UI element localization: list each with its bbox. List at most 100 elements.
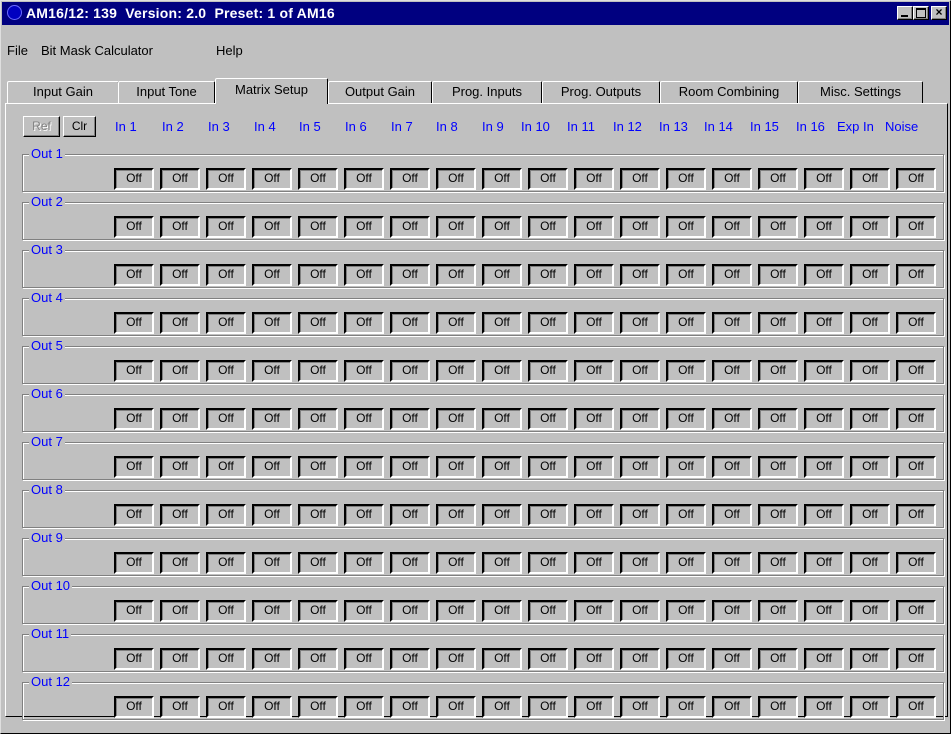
matrix-cell[interactable]: Off [482, 456, 522, 478]
matrix-cell[interactable]: Off [252, 216, 292, 238]
matrix-cell[interactable]: Off [160, 600, 200, 622]
matrix-cell[interactable]: Off [620, 504, 660, 526]
matrix-cell[interactable]: Off [804, 216, 844, 238]
matrix-cell[interactable]: Off [896, 648, 936, 670]
matrix-cell[interactable]: Off [804, 696, 844, 718]
matrix-cell[interactable]: Off [804, 312, 844, 334]
matrix-cell[interactable]: Off [528, 168, 568, 190]
matrix-cell[interactable]: Off [252, 552, 292, 574]
menu-help[interactable]: Help [216, 43, 243, 58]
tab-input-gain[interactable]: Input Gain [7, 81, 119, 103]
app-icon[interactable] [7, 5, 22, 20]
matrix-cell[interactable]: Off [850, 504, 890, 526]
tab-prog-inputs[interactable]: Prog. Inputs [432, 81, 542, 103]
matrix-cell[interactable]: Off [528, 600, 568, 622]
matrix-cell[interactable]: Off [712, 696, 752, 718]
matrix-cell[interactable]: Off [482, 408, 522, 430]
matrix-cell[interactable]: Off [896, 696, 936, 718]
matrix-cell[interactable]: Off [344, 552, 384, 574]
matrix-cell[interactable]: Off [528, 264, 568, 286]
matrix-cell[interactable]: Off [804, 504, 844, 526]
matrix-cell[interactable]: Off [114, 552, 154, 574]
matrix-cell[interactable]: Off [482, 600, 522, 622]
matrix-cell[interactable]: Off [160, 456, 200, 478]
matrix-cell[interactable]: Off [160, 360, 200, 382]
matrix-cell[interactable]: Off [344, 264, 384, 286]
matrix-cell[interactable]: Off [712, 504, 752, 526]
matrix-cell[interactable]: Off [114, 504, 154, 526]
matrix-cell[interactable]: Off [620, 408, 660, 430]
matrix-cell[interactable]: Off [298, 600, 338, 622]
matrix-cell[interactable]: Off [344, 504, 384, 526]
matrix-cell[interactable]: Off [436, 552, 476, 574]
matrix-cell[interactable]: Off [160, 264, 200, 286]
matrix-cell[interactable]: Off [298, 264, 338, 286]
matrix-cell[interactable]: Off [114, 696, 154, 718]
matrix-cell[interactable]: Off [896, 360, 936, 382]
matrix-cell[interactable]: Off [344, 600, 384, 622]
matrix-cell[interactable]: Off [528, 504, 568, 526]
matrix-cell[interactable]: Off [482, 552, 522, 574]
matrix-cell[interactable]: Off [850, 312, 890, 334]
matrix-cell[interactable]: Off [252, 504, 292, 526]
matrix-cell[interactable]: Off [344, 696, 384, 718]
matrix-cell[interactable]: Off [206, 456, 246, 478]
matrix-cell[interactable]: Off [574, 216, 614, 238]
matrix-cell[interactable]: Off [390, 456, 430, 478]
matrix-cell[interactable]: Off [436, 360, 476, 382]
matrix-cell[interactable]: Off [574, 264, 614, 286]
matrix-cell[interactable]: Off [528, 408, 568, 430]
matrix-cell[interactable]: Off [574, 456, 614, 478]
matrix-cell[interactable]: Off [298, 168, 338, 190]
matrix-cell[interactable]: Off [482, 648, 522, 670]
matrix-cell[interactable]: Off [758, 264, 798, 286]
matrix-cell[interactable]: Off [528, 456, 568, 478]
matrix-cell[interactable]: Off [850, 264, 890, 286]
matrix-cell[interactable]: Off [436, 408, 476, 430]
matrix-cell[interactable]: Off [666, 504, 706, 526]
matrix-cell[interactable]: Off [574, 504, 614, 526]
matrix-cell[interactable]: Off [620, 648, 660, 670]
matrix-cell[interactable]: Off [344, 408, 384, 430]
tab-matrix-setup[interactable]: Matrix Setup [215, 78, 328, 104]
matrix-cell[interactable]: Off [206, 408, 246, 430]
matrix-cell[interactable]: Off [160, 648, 200, 670]
matrix-cell[interactable]: Off [298, 312, 338, 334]
matrix-cell[interactable]: Off [160, 696, 200, 718]
matrix-cell[interactable]: Off [298, 696, 338, 718]
matrix-cell[interactable]: Off [528, 216, 568, 238]
matrix-cell[interactable]: Off [574, 312, 614, 334]
menu-bit-mask-calculator[interactable]: Bit Mask Calculator [41, 43, 153, 58]
matrix-cell[interactable]: Off [344, 168, 384, 190]
matrix-cell[interactable]: Off [896, 408, 936, 430]
matrix-cell[interactable]: Off [528, 312, 568, 334]
matrix-cell[interactable]: Off [344, 312, 384, 334]
matrix-cell[interactable]: Off [482, 216, 522, 238]
matrix-cell[interactable]: Off [620, 216, 660, 238]
matrix-cell[interactable]: Off [344, 360, 384, 382]
matrix-cell[interactable]: Off [896, 312, 936, 334]
matrix-cell[interactable]: Off [850, 456, 890, 478]
matrix-cell[interactable]: Off [206, 504, 246, 526]
matrix-cell[interactable]: Off [528, 696, 568, 718]
matrix-cell[interactable]: Off [390, 696, 430, 718]
matrix-cell[interactable]: Off [758, 696, 798, 718]
matrix-cell[interactable]: Off [114, 600, 154, 622]
matrix-cell[interactable]: Off [390, 648, 430, 670]
matrix-cell[interactable]: Off [528, 648, 568, 670]
matrix-cell[interactable]: Off [436, 264, 476, 286]
matrix-cell[interactable]: Off [390, 408, 430, 430]
matrix-cell[interactable]: Off [298, 456, 338, 478]
matrix-cell[interactable]: Off [712, 168, 752, 190]
matrix-cell[interactable]: Off [574, 168, 614, 190]
matrix-cell[interactable]: Off [758, 408, 798, 430]
matrix-cell[interactable]: Off [436, 648, 476, 670]
matrix-cell[interactable]: Off [804, 360, 844, 382]
matrix-cell[interactable]: Off [620, 168, 660, 190]
matrix-cell[interactable]: Off [896, 456, 936, 478]
matrix-cell[interactable]: Off [758, 600, 798, 622]
matrix-cell[interactable]: Off [114, 216, 154, 238]
matrix-cell[interactable]: Off [298, 408, 338, 430]
matrix-cell[interactable]: Off [390, 168, 430, 190]
matrix-cell[interactable]: Off [390, 264, 430, 286]
